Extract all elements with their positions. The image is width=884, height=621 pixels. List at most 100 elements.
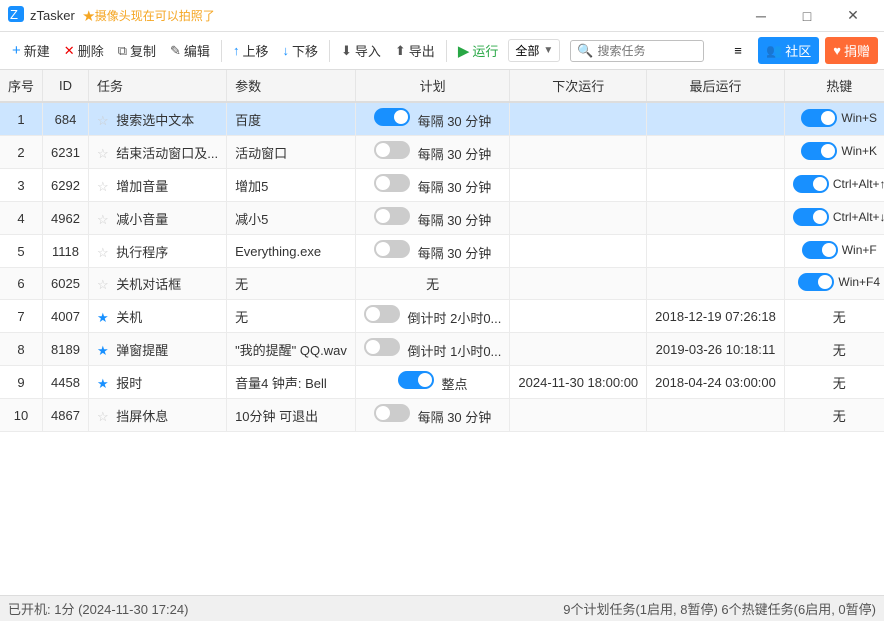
run-button[interactable]: ▶ 运行 — [452, 37, 505, 64]
plan-toggle[interactable] — [374, 404, 410, 422]
list-view-button[interactable]: ≡ — [724, 37, 752, 65]
table-row[interactable]: 1 684 ☆ 搜索选中文本 百度 每隔 30 分钟 Win+S — [0, 102, 884, 136]
plan-toggle[interactable] — [374, 174, 410, 192]
hotkey-toggle[interactable] — [801, 109, 837, 127]
dropdown-arrow-icon[interactable]: ▼ — [543, 45, 553, 56]
table-row[interactable]: 3 6292 ☆ 增加音量 增加5 每隔 30 分钟 Ctrl+Al — [0, 169, 884, 202]
cell-no: 1 — [0, 102, 43, 136]
hotkey-label: Win+K — [841, 144, 877, 158]
close-button[interactable]: ✕ — [830, 0, 876, 32]
hotkey-toggle[interactable] — [798, 273, 834, 291]
cell-no: 7 — [0, 300, 43, 333]
hotkey-toggle[interactable] — [793, 175, 829, 193]
plan-toggle[interactable] — [374, 207, 410, 225]
table-row[interactable]: 6 6025 ☆ 关机对话框 无 无 Win+F4 — [0, 268, 884, 300]
notice-text: ★摄像头现在可以拍照了 — [83, 7, 215, 24]
copy-icon: ⧉ — [118, 43, 127, 59]
star-icon[interactable]: ☆ — [97, 113, 109, 128]
cell-plan: 无 — [355, 268, 510, 300]
plan-toggle[interactable] — [374, 108, 410, 126]
star-icon[interactable]: ★ — [97, 343, 109, 358]
cell-params: 百度 — [227, 102, 356, 136]
table-row[interactable]: 7 4007 ★ 关机 无 倒计时 2小时0... 2018-12-19 07:… — [0, 300, 884, 333]
search-input[interactable] — [597, 44, 697, 58]
plan-toggle[interactable] — [374, 240, 410, 258]
plan-text: 倒计时 1小时0... — [407, 344, 501, 359]
donate-button[interactable]: ♥ 捐赠 — [825, 37, 878, 64]
plan-text: 倒计时 2小时0... — [407, 311, 501, 326]
cell-task: ☆ 减小音量 — [88, 202, 226, 235]
table-row[interactable]: 2 6231 ☆ 结束活动窗口及... 活动窗口 每隔 30 分钟 — [0, 136, 884, 169]
star-icon[interactable]: ★ — [97, 310, 109, 325]
star-icon[interactable]: ☆ — [97, 179, 109, 194]
hotkey-badge: Win+F4 — [798, 273, 880, 291]
table-row[interactable]: 10 4867 ☆ 挡屏休息 10分钟 可退出 每隔 30 分钟 无 — [0, 399, 884, 432]
move-down-button[interactable]: ↓ 下移 — [276, 37, 324, 64]
edit-button[interactable]: ✎ 编辑 — [164, 37, 216, 64]
cell-next-run — [510, 333, 647, 366]
new-button[interactable]: + 新建 — [6, 37, 56, 64]
move-up-button[interactable]: ↑ 上移 — [227, 37, 275, 64]
status-left: 已开机: 1分 (2024-11-30 17:24) — [8, 599, 188, 618]
plan-toggle[interactable] — [398, 371, 434, 389]
export-button[interactable]: ⬆ 导出 — [389, 37, 441, 64]
cell-last-run: 2019-03-26 10:18:11 — [647, 333, 785, 366]
copy-button[interactable]: ⧉ 复制 — [112, 37, 162, 64]
run-icon: ▶ — [458, 42, 470, 60]
plan-toggle[interactable] — [374, 141, 410, 159]
table-row[interactable]: 4 4962 ☆ 减小音量 减小5 每隔 30 分钟 Ctrl+Al — [0, 202, 884, 235]
status-bar: 已开机: 1分 (2024-11-30 17:24) 9个计划任务(1启用, 8… — [0, 595, 884, 621]
hotkey-badge: Win+K — [801, 142, 877, 160]
cell-hotkey: 无 — [784, 366, 884, 399]
hotkey-toggle[interactable] — [793, 208, 829, 226]
cell-plan: 每隔 30 分钟 — [355, 136, 510, 169]
task-name: 结束活动窗口及... — [116, 146, 218, 161]
star-icon[interactable]: ☆ — [97, 409, 109, 424]
maximize-button[interactable]: □ — [784, 0, 830, 32]
cell-hotkey: Win+F — [784, 235, 884, 268]
cell-next-run — [510, 136, 647, 169]
export-icon: ⬆ — [395, 43, 406, 59]
star-icon[interactable]: ☆ — [97, 277, 109, 292]
star-icon[interactable]: ☆ — [97, 212, 109, 227]
table-row[interactable]: 9 4458 ★ 报时 音量4 钟声: Bell 整点 2024-11-30 1… — [0, 366, 884, 399]
all-filter-label[interactable]: 全部 — [515, 42, 539, 59]
toolbar: + 新建 ✕ 删除 ⧉ 复制 ✎ 编辑 ↑ 上移 ↓ 下移 ⬇ 导入 ⬆ 导出 … — [0, 32, 884, 70]
cell-no: 6 — [0, 268, 43, 300]
table-row[interactable]: 8 8189 ★ 弹窗提醒 "我的提醒" QQ.wav 倒计时 1小时0... … — [0, 333, 884, 366]
plan-text: 每隔 30 分钟 — [418, 213, 492, 228]
cell-no: 5 — [0, 235, 43, 268]
title-bar: Z zTasker ★摄像头现在可以拍照了 ─ □ ✕ — [0, 0, 884, 32]
cell-id: 6292 — [43, 169, 89, 202]
cell-task: ☆ 挡屏休息 — [88, 399, 226, 432]
plan-text: 无 — [426, 277, 439, 292]
cell-last-run — [647, 202, 785, 235]
task-name: 执行程序 — [116, 245, 168, 260]
star-icon[interactable]: ★ — [97, 376, 109, 391]
delete-button[interactable]: ✕ 删除 — [58, 37, 110, 64]
cell-task: ☆ 执行程序 — [88, 235, 226, 268]
community-button[interactable]: 👥 社区 — [758, 37, 819, 64]
cell-next-run — [510, 235, 647, 268]
cell-params: 活动窗口 — [227, 136, 356, 169]
task-name: 关机 — [116, 310, 142, 325]
minimize-button[interactable]: ─ — [738, 0, 784, 32]
cell-hotkey: 无 — [784, 300, 884, 333]
separator-2 — [329, 40, 330, 62]
hotkey-badge: Ctrl+Alt+↓ — [793, 208, 884, 226]
plan-toggle[interactable] — [364, 338, 400, 356]
cell-last-run — [647, 268, 785, 300]
hotkey-toggle[interactable] — [801, 142, 837, 160]
hotkey-none: 无 — [833, 376, 846, 391]
cell-next-run — [510, 169, 647, 202]
hotkey-none: 无 — [833, 310, 846, 325]
separator-1 — [221, 40, 222, 62]
hotkey-toggle[interactable] — [802, 241, 838, 259]
import-button[interactable]: ⬇ 导入 — [335, 37, 387, 64]
plan-text: 整点 — [441, 377, 467, 392]
plan-toggle[interactable] — [364, 305, 400, 323]
table-row[interactable]: 5 1118 ☆ 执行程序 Everything.exe 每隔 30 分钟 — [0, 235, 884, 268]
star-icon[interactable]: ☆ — [97, 245, 109, 260]
header-next-run: 下次运行 — [510, 70, 647, 102]
star-icon[interactable]: ☆ — [97, 146, 109, 161]
